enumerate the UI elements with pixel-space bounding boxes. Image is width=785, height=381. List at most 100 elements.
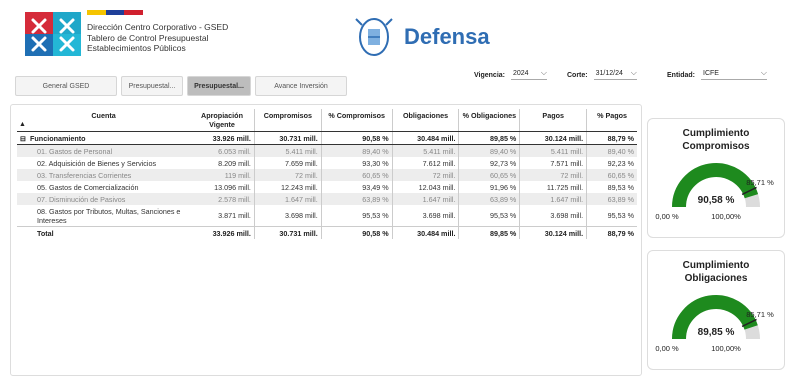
table-cell: 63,89 % [458, 193, 520, 205]
table-cell: 8.209 mill. [218, 158, 251, 168]
table-header-row: Cuenta ▲ Apropiación Vigente Compromisos … [17, 109, 637, 132]
gauge-value-label: 90,58 % [698, 195, 735, 206]
filter-corte-value: 31/12/24 [595, 70, 623, 77]
table-row[interactable]: 07. Disminución de Pasivos 2.578 mill. 1.6… [17, 193, 637, 205]
table-cell: 88,79 % [586, 131, 637, 145]
tab-presupuestal-2[interactable]: Presupuestal... [187, 76, 251, 96]
header-line-2: Tablero de Control Presupuestal [87, 32, 209, 43]
table-cell: 2.578 mill. [190, 193, 255, 205]
filter-corte[interactable]: Corte: 31/12/24 ⌵ [567, 68, 637, 80]
table-cell: 89,40 % [586, 144, 637, 157]
table-cell: 88,79 % [586, 226, 637, 239]
table-cell: 89,85 % [458, 131, 520, 145]
table-row[interactable]: 01. Gastos de Personal 6.053 mill. 5.411 m… [17, 144, 637, 157]
table-cell: 3.698 mill. [519, 205, 587, 227]
account-label: 03. Transferencias Corrientes [37, 170, 132, 180]
tab-general-gsed[interactable]: General GSED [15, 76, 117, 96]
collapse-icon[interactable]: ⊟ [20, 134, 26, 143]
table-cell: 33.926 mill. [190, 226, 255, 239]
table-cell: 95,53 % [458, 205, 520, 227]
col-header-apropiacion[interactable]: Apropiación Vigente [190, 109, 255, 132]
table-row[interactable]: 02. Adquisición de Bienes y Servicios 8.2… [17, 157, 637, 169]
row-account-name: 05. Gastos de Comercialización [17, 181, 190, 193]
table-row[interactable]: 08. Gastos por Tributos, Multas, Sancion… [17, 205, 637, 227]
account-label: 07. Disminución de Pasivos [37, 194, 126, 204]
col-header-pct-pagos[interactable]: % Pagos [586, 109, 637, 132]
tab-presupuestal-1[interactable]: Presupuestal... [121, 76, 183, 96]
col-header-cuenta[interactable]: Cuenta ▲ [17, 109, 191, 132]
gauge-max-label: 100,00% [711, 344, 741, 353]
table-cell: 92,23 % [586, 157, 637, 169]
page-tabs: General GSED Presupuestal... Presupuesta… [15, 76, 347, 96]
gauge-target-label: 85,71 % [746, 310, 774, 319]
table-cell: 12.043 mill. [391, 181, 459, 193]
table-cell: 91,96 % [458, 181, 520, 193]
row-account-name: Total [17, 226, 191, 239]
brand-title: Defensa [404, 24, 490, 49]
table-cell: 30.484 mill. [391, 226, 459, 239]
col-header-pct-obligaciones[interactable]: % Obligaciones [458, 109, 520, 132]
table-row[interactable]: 03. Transferencias Corrientes 119 mill. 72… [17, 169, 637, 181]
col-header-compromisos[interactable]: Compromisos [253, 109, 322, 132]
row-account-name: 02. Adquisición de Bienes y Servicios [17, 157, 190, 169]
table-cell: 95,53 % [320, 205, 393, 227]
filter-corte-select[interactable]: 31/12/24 ⌵ [593, 68, 637, 80]
table-cell: 89,85 % [458, 226, 520, 239]
table-cell: 1.647 mill. [253, 193, 322, 205]
table-cell: 5.411 mill. [253, 144, 322, 157]
filter-vigencia[interactable]: Vigencia: 2024 ⌵ [474, 68, 547, 80]
table-row[interactable]: 05. Gastos de Comercialización 13.096 mil… [17, 181, 637, 193]
table-cell: 63,89 % [320, 193, 393, 205]
filter-entidad[interactable]: Entidad: ICFE ⌵ [667, 68, 767, 80]
filter-vigencia-select[interactable]: 2024 ⌵ [511, 68, 547, 80]
table-cell: 90,58 % [320, 131, 393, 145]
gauge-value-label: 89,85 % [698, 327, 735, 338]
table-cell: 72 mill. [391, 169, 459, 181]
table-cell: 30.731 mill. [253, 226, 322, 239]
table-cell: 72 mill. [519, 169, 587, 181]
tab-avance-inversion[interactable]: Avance Inversión [255, 76, 347, 96]
col-header-pct-compromisos[interactable]: % Compromisos [320, 109, 393, 132]
table-cell: 5.411 mill. [519, 144, 587, 157]
gauge-max-label: 100,00% [711, 212, 741, 221]
row-account-name: 03. Transferencias Corrientes [17, 169, 191, 181]
table-cell: 3.698 mill. [391, 205, 459, 227]
table-cell: 119 mill. [190, 169, 255, 181]
table-cell: 89,53 % [586, 181, 637, 193]
table-cell: 60,65 % [320, 169, 393, 181]
account-label: 08. Gastos por Tributos, Multas, Sancion… [37, 206, 181, 225]
flag-bar [87, 10, 144, 15]
table-cell: 7.612 mill. [391, 157, 459, 169]
account-label: 01. Gastos de Personal [37, 146, 113, 156]
col-header-obligaciones[interactable]: Obligaciones [391, 109, 459, 132]
table-row-total[interactable]: Total 33.926 mill. 30.731 mill. 90,58 % 30.4… [17, 226, 637, 239]
chevron-down-icon: ⌵ [760, 68, 767, 77]
table-cell: 93,49 % [320, 181, 393, 193]
table-cell: 60,65 % [458, 169, 520, 181]
row-account-name: 07. Disminución de Pasivos [17, 193, 191, 205]
gauge-min-label: 0,00 % [655, 344, 679, 353]
filter-entidad-label: Entidad: [667, 71, 695, 79]
col-header-pagos[interactable]: Pagos [519, 109, 587, 132]
account-label: Total [37, 228, 54, 238]
table-cell: 6.053 mill. [190, 144, 255, 157]
gauge-target-label: 85,71 % [746, 178, 774, 187]
table-cell: 30.731 mill. [253, 131, 322, 145]
table-cell: 93,30 % [320, 157, 393, 169]
table-cell: 92,73 % [458, 157, 520, 169]
filter-entidad-value: ICFE [703, 70, 719, 77]
table-row-group[interactable]: ⊟ Funcionamiento 33.926 mill. 30.731 mill. 9… [17, 131, 637, 145]
table-cell: 63,89 % [586, 193, 637, 205]
header-title-block: Dirección Centro Corporativo - GSED Tabl… [87, 22, 228, 54]
row-account-name: 08. Gastos por Tributos, Multas, Sancion… [17, 205, 190, 227]
table-cell: 3.871 mill. [218, 211, 251, 220]
filter-entidad-select[interactable]: ICFE ⌵ [701, 68, 767, 80]
header-line-3: Establecimientos Públicos [87, 43, 186, 53]
table-cell: 30.484 mill. [391, 131, 459, 145]
budget-table: Cuenta ▲ Apropiación Vigente Compromisos … [17, 109, 637, 239]
table-cell: 95,53 % [586, 205, 637, 227]
filter-corte-label: Corte: [567, 71, 588, 79]
chevron-down-icon: ⌵ [540, 68, 547, 77]
account-label: Funcionamiento [30, 133, 86, 143]
table-cell: 7.571 mill. [519, 157, 587, 169]
